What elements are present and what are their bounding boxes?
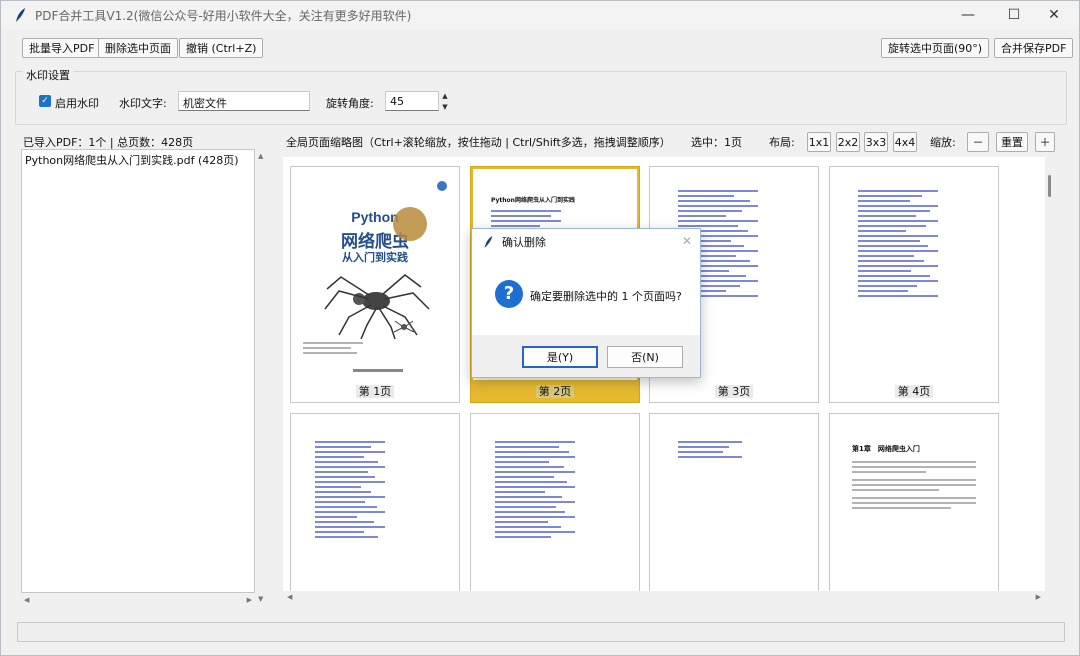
close-icon[interactable]: ✕ [682, 234, 692, 248]
cover-subtitle: 从入门到实践 [342, 251, 408, 264]
watermark-text-input[interactable]: 机密文件 [178, 91, 310, 111]
dialog-title: 确认删除 [502, 236, 546, 249]
preview-hint: 全局页面缩略图（Ctrl+滚轮缩放，按住拖动 | Ctrl/Shift多选，拖拽… [286, 136, 671, 149]
toc-lines [491, 207, 561, 230]
page-cover: Python 网络爬虫 从入门到实践 [293, 169, 457, 380]
layout-label: 布局: [769, 136, 795, 149]
thumbnail-hscrollbar[interactable]: ◀ ▶ [283, 591, 1045, 605]
pdf-file-list[interactable]: Python网络爬虫从入门到实践.pdf (428页) [21, 149, 255, 593]
dialog-title-bar: 确认删除 ✕ [472, 229, 700, 255]
page-chapter-1: 第1章 网络爬虫入门 [832, 416, 996, 591]
page-toc-content [832, 169, 996, 380]
page-thumb-5[interactable] [290, 413, 460, 591]
feather-app-icon [16, 8, 25, 22]
main-window: PDF合并工具V1.2(微信公众号-好用小软件大全，关注有更多好用软件) — ☐… [0, 0, 1080, 656]
undo-button[interactable]: 撤销 (Ctrl+Z) [179, 38, 264, 58]
page-label: 第 1页 [355, 385, 395, 398]
scroll-left-icon[interactable]: ◀ [287, 593, 292, 601]
page-toc-content [473, 416, 637, 591]
toc-title: Python网络爬虫从入门到实践 [491, 197, 575, 204]
page-toc-content [652, 416, 816, 591]
scroll-thumb[interactable] [1048, 175, 1051, 197]
batch-import-button[interactable]: 批量导入PDF [22, 38, 102, 58]
watermark-text-label: 水印文字: [119, 97, 167, 110]
rotation-angle-label: 旋转角度: [326, 97, 374, 110]
scroll-up-icon[interactable]: ▲ [258, 152, 263, 160]
selected-count: 选中：1页 [691, 136, 742, 149]
watermark-group-title: 水印设置 [23, 67, 73, 83]
zoom-reset-button[interactable]: 重置 [996, 132, 1028, 152]
confirm-delete-dialog: 确认删除 ✕ ? 确定要删除选中的 1 个页面吗? 是(Y) 否(N) [471, 228, 701, 378]
zoom-label: 缩放: [930, 136, 956, 149]
delete-selected-button[interactable]: 删除选中页面 [98, 38, 178, 58]
yes-button[interactable]: 是(Y) [522, 346, 598, 368]
zoom-in-button[interactable]: ＋ [1035, 132, 1055, 152]
window-title: PDF合并工具V1.2(微信公众号-好用小软件大全，关注有更多好用软件) [35, 8, 412, 23]
close-icon[interactable]: ✕ [1031, 1, 1077, 29]
page-thumb-4[interactable]: 第 4页 [829, 166, 999, 403]
files-summary: 已导入PDF：1个 | 总页数：428页 [23, 136, 194, 149]
rotate-selected-button[interactable]: 旋转选中页面(90°) [881, 38, 990, 58]
page-thumb-6[interactable] [470, 413, 640, 591]
title-bar: PDF合并工具V1.2(微信公众号-好用小软件大全，关注有更多好用软件) [1, 1, 1079, 29]
cover-badge [393, 207, 427, 241]
dialog-message: 确定要删除选中的 1 个页面吗? [530, 290, 682, 303]
page-label: 第 3页 [714, 385, 754, 398]
layout-1x1-button[interactable]: 1x1 [807, 132, 831, 152]
layout-2x2-button[interactable]: 2x2 [836, 132, 860, 152]
spin-down-icon[interactable]: ▼ [442, 103, 447, 111]
file-list-vscrollbar[interactable]: ▲ ▼ [256, 149, 268, 605]
small-spider-illustration [393, 320, 415, 333]
dialog-body: ? 确定要删除选中的 1 个页面吗? [472, 255, 700, 335]
minimize-icon[interactable]: — [945, 1, 991, 29]
watermark-group [15, 71, 1067, 125]
layout-4x4-button[interactable]: 4x4 [893, 132, 917, 152]
no-button[interactable]: 否(N) [607, 346, 683, 368]
scroll-left-icon[interactable]: ◀ [24, 596, 29, 604]
page-thumb-8[interactable]: 第1章 网络爬虫入门 [829, 413, 999, 591]
scroll-right-icon[interactable]: ▶ [247, 596, 252, 604]
question-icon: ? [495, 280, 523, 308]
list-item[interactable]: Python网络爬虫从入门到实践.pdf (428页) [22, 150, 254, 170]
thumbnail-vscrollbar[interactable] [1045, 157, 1055, 591]
chapter-title: 第1章 网络爬虫入门 [852, 445, 920, 453]
feather-app-icon [484, 236, 493, 248]
publisher-mark [353, 369, 403, 372]
angle-spinner[interactable]: ▲ ▼ [438, 92, 452, 111]
page-thumb-7[interactable] [649, 413, 819, 591]
scroll-down-icon[interactable]: ▼ [258, 595, 263, 603]
spin-up-icon[interactable]: ▲ [442, 92, 447, 100]
enable-watermark-label: 启用水印 [55, 97, 99, 110]
enable-watermark-checkbox[interactable]: ✓ [39, 95, 51, 107]
zoom-out-button[interactable]: － [967, 132, 989, 152]
cover-title-en: Python [351, 209, 399, 225]
page-thumb-1[interactable]: Python 网络爬虫 从入门到实践 第 1页 [290, 166, 460, 403]
rotation-angle-input[interactable]: 45 [385, 91, 439, 111]
cover-blurb [303, 339, 363, 357]
merge-save-button[interactable]: 合并保存PDF [994, 38, 1074, 58]
file-list-hscrollbar[interactable]: ◀ ▶ [21, 594, 255, 608]
page-toc-content [293, 416, 457, 591]
status-bar [17, 622, 1065, 642]
page-label: 第 2页 [535, 385, 575, 398]
page-label: 第 4页 [894, 385, 934, 398]
layout-3x3-button[interactable]: 3x3 [864, 132, 888, 152]
python-logo-icon [437, 181, 447, 191]
scroll-right-icon[interactable]: ▶ [1036, 593, 1041, 601]
